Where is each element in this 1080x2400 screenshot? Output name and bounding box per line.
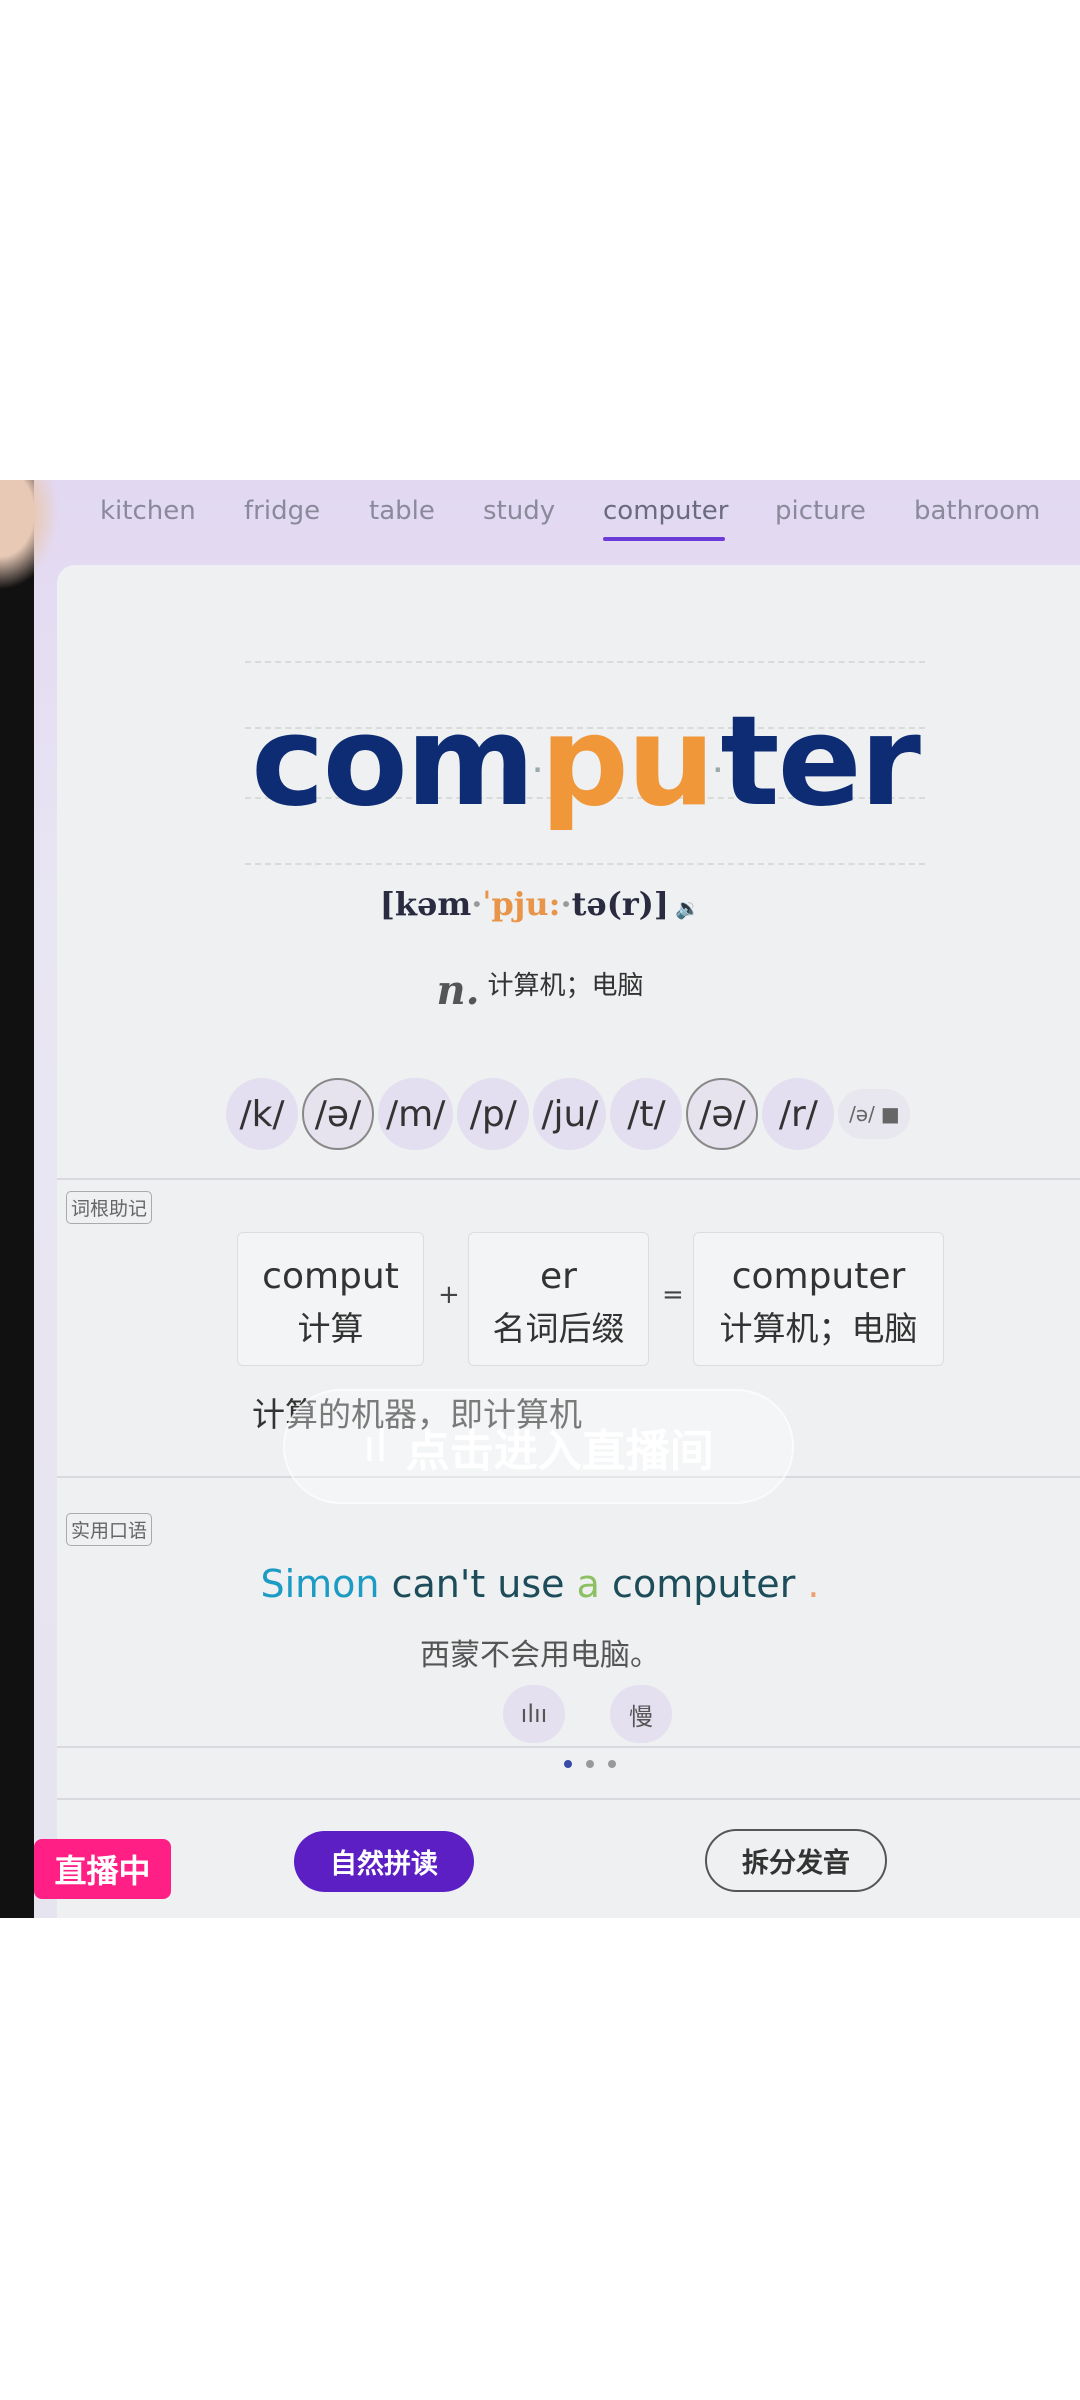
live-badge[interactable]: 直播中 — [34, 1839, 171, 1899]
phoneme-chip[interactable]: /ə/ — [686, 1078, 759, 1150]
play-audio-button[interactable]: ılıı — [503, 1685, 565, 1743]
slow-play-button[interactable]: 慢 — [610, 1685, 672, 1743]
root-section-tag: 词根助记 — [66, 1191, 153, 1224]
split-pronunciation-button[interactable]: 拆分发音 — [705, 1829, 887, 1892]
result-part: computer 计算机；电脑 — [693, 1232, 944, 1366]
live-bars-icon: ıl — [363, 1421, 388, 1472]
active-tab-indicator — [603, 537, 725, 541]
phoneme-chip[interactable]: /ə/ — [302, 1078, 374, 1150]
tab-computer[interactable]: computer — [603, 496, 728, 526]
tab-kitchen[interactable]: kitchen — [100, 496, 196, 526]
phonics-button[interactable]: 自然拼读 — [294, 1831, 474, 1892]
device-bezel — [0, 480, 34, 1918]
phoneme-video-chip[interactable]: /ə/■ — [838, 1089, 911, 1139]
divider — [57, 1798, 1080, 1800]
tab-table[interactable]: table — [369, 496, 435, 526]
root-part: comput 计算 — [237, 1232, 424, 1366]
tab-bathroom[interactable]: bathroom — [914, 496, 1040, 526]
page-dot[interactable] — [608, 1760, 616, 1768]
plus-sign: + — [438, 1280, 460, 1310]
finger — [0, 480, 60, 590]
sentence-translation: 西蒙不会用电脑。 — [420, 1638, 660, 1673]
speaker-icon[interactable]: 🔉 — [669, 896, 700, 920]
enter-live-room-button[interactable]: ıl 点击进入直播间 — [283, 1389, 794, 1504]
phoneme-chip[interactable]: /m/ — [378, 1078, 454, 1150]
headword: com·pu·ter — [251, 690, 921, 834]
divider — [57, 1178, 1080, 1180]
waveform-icon: ılıı — [520, 1700, 548, 1728]
phoneme-list: /k/ /ə/ /m/ /p/ /ju/ /t/ /ə/ /r/ /ə/■ — [226, 1078, 911, 1150]
phoneme-chip[interactable]: /r/ — [762, 1078, 835, 1150]
phoneme-chip[interactable]: /ju/ — [533, 1078, 607, 1150]
page-dot-active[interactable] — [564, 1760, 572, 1768]
page-dot[interactable] — [586, 1760, 594, 1768]
video-icon: ■ — [880, 1102, 900, 1126]
tab-picture[interactable]: picture — [775, 496, 866, 526]
tab-fridge[interactable]: fridge — [244, 496, 320, 526]
example-sentence: Simon can't use a computer . — [260, 1562, 820, 1606]
suffix-part: er 名词后缀 — [468, 1232, 649, 1366]
pronunciation[interactable]: [kəm·ˈpju:·tə(r)] 🔉 — [0, 885, 1080, 923]
tab-study[interactable]: study — [483, 496, 555, 526]
phrase-section-tag: 实用口语 — [66, 1513, 153, 1546]
divider — [57, 1746, 1080, 1748]
definition: n. 计算机；电脑 — [436, 966, 644, 1014]
phoneme-chip[interactable]: /k/ — [226, 1078, 298, 1150]
phoneme-chip[interactable]: /t/ — [610, 1078, 683, 1150]
guide-line — [245, 661, 925, 663]
phoneme-chip[interactable]: /p/ — [457, 1078, 530, 1150]
guide-line — [245, 863, 925, 865]
equals-sign: = — [662, 1280, 684, 1310]
